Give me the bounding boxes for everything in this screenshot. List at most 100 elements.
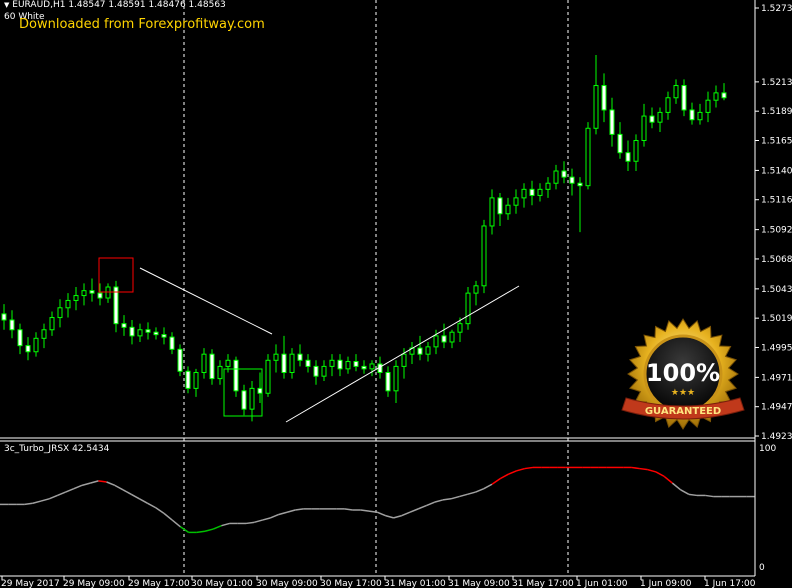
candle-body [425, 346, 431, 355]
indicator-segment [376, 511, 386, 517]
candle-body [337, 359, 343, 370]
candle [505, 197, 511, 220]
candle [105, 283, 111, 303]
candle-body [281, 353, 287, 374]
candle-body [465, 292, 471, 325]
candle-body [497, 197, 503, 215]
candle-body [609, 109, 615, 135]
indicator-segment [286, 509, 296, 513]
indicator-segment [483, 483, 493, 490]
price-axis[interactable]: 1.52735 1.52130 1.51890 1.51650 1.51405 1.511… [755, 4, 792, 442]
time-tick-label: 31 May 01:00 [384, 579, 446, 588]
candle-body [513, 197, 519, 206]
indicator-segment [147, 502, 157, 509]
candle-body [73, 295, 79, 301]
candle [497, 192, 503, 226]
candle [57, 299, 63, 328]
candle [209, 349, 215, 385]
candle [697, 103, 703, 125]
candle [321, 360, 327, 382]
candle [633, 134, 639, 172]
candle-body [617, 133, 623, 154]
candle-body [641, 115, 647, 141]
candle [33, 332, 39, 357]
trendline-up[interactable] [285, 285, 520, 423]
candle [297, 344, 303, 367]
indicator-segment [204, 528, 214, 533]
indicator-segment [417, 504, 427, 510]
candle-body [329, 359, 335, 367]
dropdown-triangle-icon[interactable]: ▼ [4, 1, 9, 9]
candle [9, 310, 15, 339]
trend-drawings [98, 257, 520, 423]
indicator-segment [212, 524, 222, 530]
candle [657, 107, 663, 132]
candle [265, 354, 271, 397]
candle-body [17, 329, 23, 347]
candle-body [457, 323, 463, 333]
price-tick-label: 1.50195 [761, 314, 792, 324]
price-tick-label: 1.49710 [761, 373, 792, 383]
candle [289, 348, 295, 379]
candle [529, 180, 535, 206]
candle-body [225, 359, 231, 367]
candle-body [305, 359, 311, 367]
trendline-down[interactable] [139, 267, 273, 335]
indicator-segment [426, 501, 435, 507]
candle [281, 335, 287, 379]
candle-body [1, 313, 7, 321]
candle-body [553, 170, 559, 184]
price-tick-label: 1.51405 [761, 166, 792, 176]
indicator-segment [671, 482, 682, 491]
candle-body [129, 326, 135, 337]
time-axis[interactable]: 29 May 2017 29 May 09:00 29 May 17:00 30 Ma… [1, 576, 756, 588]
candle-body [601, 85, 607, 111]
time-tick-label: 30 May 17:00 [320, 579, 382, 588]
indicator-segment [130, 493, 140, 500]
candle [649, 107, 655, 129]
candle-body [569, 176, 575, 184]
indicator-segment [655, 471, 665, 478]
price-tick-label: 1.51650 [761, 136, 792, 146]
candle [329, 354, 335, 377]
guaranteed-badge: 100% ★★★ GUARANTEED [620, 318, 746, 440]
candle-body [241, 390, 247, 410]
candle-body [273, 353, 279, 361]
candle [81, 283, 87, 306]
indicator-segment [360, 509, 370, 512]
price-tick-label: 1.50435 [761, 285, 792, 295]
candle-body [673, 85, 679, 99]
candle [569, 168, 575, 196]
candle-body [249, 387, 255, 410]
candle [721, 83, 727, 101]
indicator-segment [344, 508, 353, 511]
indicator-segment [631, 466, 640, 470]
time-tick-label: 29 May 09:00 [63, 579, 125, 588]
price-chart[interactable]: 1.52735 1.52130 1.51890 1.51650 1.51405 1.511… [0, 0, 792, 588]
candle-body [697, 111, 703, 121]
candle-body [265, 359, 271, 394]
candle-body [505, 204, 511, 215]
candle-body [385, 372, 391, 392]
candle [537, 183, 543, 202]
candle-body [145, 329, 151, 333]
candle-body [593, 85, 599, 129]
indicator-segment [171, 519, 181, 528]
candle-body [153, 331, 159, 336]
price-tick-label: 1.50680 [761, 255, 792, 265]
badge-ribbon-text: GUARANTEED [645, 406, 721, 417]
symbol-ohlc-text: EURAUD,H1 1.48547 1.48591 1.48476 1.4856… [12, 0, 226, 10]
indicator-segment [179, 526, 190, 534]
candle-body [49, 317, 55, 331]
candle-body [137, 329, 143, 337]
candle [449, 329, 455, 349]
candle-body [561, 170, 567, 178]
candle [233, 356, 239, 397]
candle [257, 372, 263, 404]
indicator-segment [196, 530, 206, 534]
candle-body [721, 92, 727, 99]
candles [1, 55, 727, 422]
time-tick-label: 1 Jun 17:00 [704, 579, 756, 588]
candle [337, 354, 343, 377]
candle-body [537, 188, 543, 196]
